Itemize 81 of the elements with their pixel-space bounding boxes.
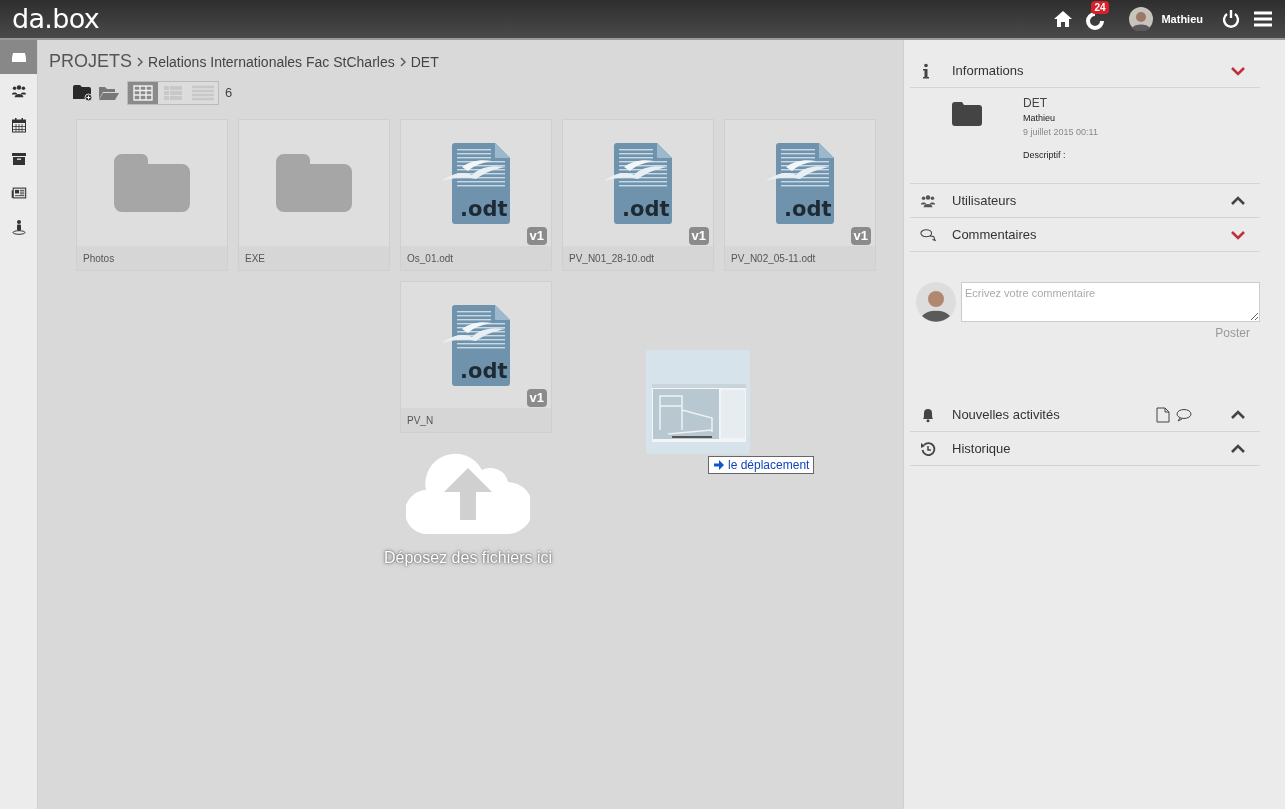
folder-icon [276, 154, 352, 212]
section-title: Utilisateurs [952, 191, 1018, 210]
version-badge: v1 [688, 227, 709, 245]
file-extension: .odt [460, 361, 508, 382]
file-name: EXE [245, 251, 265, 266]
file-name: PV_N01_28-10.odt [569, 251, 655, 266]
document-icon [764, 141, 836, 225]
home-icon [1053, 9, 1074, 29]
folder-icon [952, 102, 982, 126]
file-tile[interactable]: .odt v1 PV_N02_05-11.odt [724, 119, 876, 271]
sync-icon [1085, 11, 1106, 31]
file-tile[interactable]: .odt v1 PV_N [400, 281, 552, 433]
person-icon [10, 219, 27, 235]
archive-icon [10, 151, 27, 167]
arrow-right-icon [713, 459, 725, 471]
chevron-up-icon[interactable] [1230, 443, 1246, 454]
info-icon [920, 62, 932, 79]
users-icon [920, 192, 936, 209]
chevron-down-icon[interactable] [1230, 229, 1246, 240]
section-title: Informations [952, 61, 1025, 80]
file-extension: .odt [622, 199, 670, 220]
description-label: Descriptif : [1023, 149, 1067, 162]
section-header[interactable]: Historique [910, 432, 1260, 466]
view-toggle[interactable] [128, 82, 158, 104]
section-title: Nouvelles activités [952, 405, 1061, 424]
folder-icon [114, 154, 190, 212]
bell-icon [920, 406, 936, 423]
drag-hint: le déplacement [728, 457, 810, 474]
comment-icon [1176, 406, 1192, 423]
section-header[interactable]: Nouvelles activités [910, 398, 1260, 432]
comment-field[interactable]: Ecrivez votre commentaire [961, 282, 1260, 322]
chevron-up-icon[interactable] [1230, 195, 1246, 206]
breadcrumb-link[interactable]: DET [410, 52, 439, 73]
breadcrumb-link[interactable]: PROJETS [49, 48, 132, 75]
document-icon [602, 141, 674, 225]
comments-icon [920, 226, 936, 243]
document-icon [440, 303, 512, 387]
document-icon [440, 141, 512, 225]
notification-badge: 24 [1091, 1, 1109, 14]
section-header[interactable]: Utilisateurs [910, 184, 1260, 218]
chevron-right-icon [398, 57, 407, 67]
section-title: Historique [952, 439, 1012, 458]
version-badge: v1 [526, 227, 547, 245]
file-extension: .odt [784, 199, 832, 220]
grid-view-icon [133, 85, 153, 101]
version-badge: v1 [526, 389, 547, 407]
menu-icon [1253, 9, 1273, 29]
item-title: DET [1023, 95, 1048, 112]
section-header[interactable]: Commentaires [910, 218, 1260, 252]
owner-name: Mathieu [1023, 112, 1057, 125]
file-name: Os_01.odt [407, 251, 454, 266]
new-folder-icon [73, 85, 93, 101]
avatar [916, 282, 956, 322]
breadcrumb-link[interactable]: Relations Internationales Fac StCharles [148, 52, 395, 73]
file-name: Photos [83, 251, 115, 266]
calendar-icon [10, 117, 27, 133]
document-icon [1156, 406, 1170, 423]
users-icon [10, 83, 27, 99]
chevron-right-icon [136, 57, 144, 67]
file-name: PV_N02_05-11.odt [731, 251, 816, 266]
drop-message: Déposez des fichiers ici [384, 548, 553, 569]
item-date: 9 juillet 2015 00:11 [1023, 125, 1098, 139]
chevron-down-icon[interactable] [1230, 65, 1246, 76]
file-extension: .odt [460, 199, 508, 220]
logo[interactable]: da.box [12, 0, 100, 40]
chevron-up-icon[interactable] [1230, 409, 1246, 420]
open-folder-icon [99, 85, 119, 101]
user-name[interactable]: Mathieu [1161, 10, 1203, 28]
folder-tile[interactable]: Photos [76, 119, 228, 271]
section-header[interactable]: Informations [910, 54, 1260, 88]
section-title: Commentaires [952, 225, 1038, 244]
version-badge: v1 [850, 227, 871, 245]
file-tile[interactable]: .odt v1 Os_01.odt [400, 119, 552, 271]
item-count: 6 [225, 84, 233, 103]
avatar[interactable] [1129, 7, 1154, 31]
newspaper-icon [10, 185, 27, 201]
history-icon [920, 440, 936, 457]
folder-tile[interactable]: EXE [238, 119, 390, 271]
file-name: PV_N [407, 413, 434, 428]
power-icon [1221, 9, 1241, 29]
file-tile[interactable]: .odt v1 PV_N01_28-10.odt [562, 119, 714, 271]
